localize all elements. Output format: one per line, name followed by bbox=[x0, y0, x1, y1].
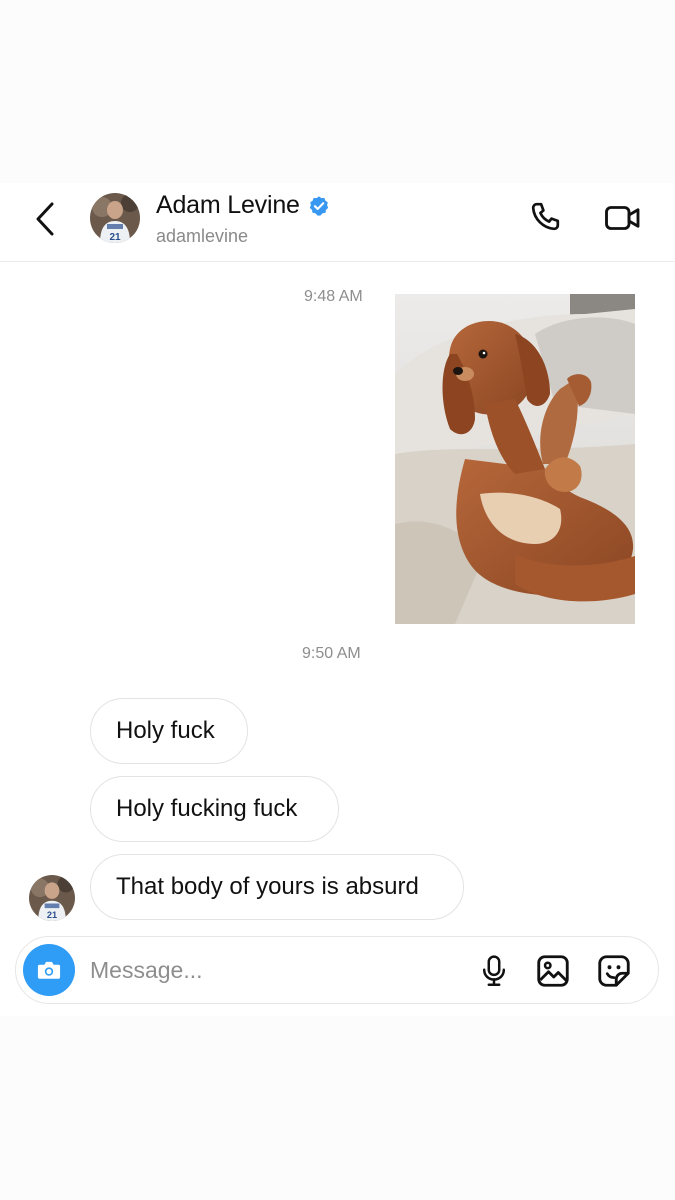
shared-photo[interactable] bbox=[395, 294, 635, 624]
message-text: Holy fucking fuck bbox=[116, 795, 298, 822]
sticker-button[interactable] bbox=[594, 951, 634, 991]
contact-name-row[interactable]: Adam Levine bbox=[156, 191, 330, 220]
voice-message-button[interactable] bbox=[474, 951, 514, 991]
message-text: Holy fuck bbox=[116, 717, 215, 744]
message-text: That body of yours is absurd bbox=[116, 873, 419, 900]
camera-button[interactable] bbox=[23, 944, 75, 996]
call-button[interactable] bbox=[526, 197, 568, 239]
message-composer bbox=[15, 936, 659, 1004]
message-timestamp: 9:50 AM bbox=[302, 645, 361, 662]
dm-thread-screen: 21 Adam Levine adamlevine 9:48 AM 9:50 A… bbox=[0, 183, 675, 1016]
message-timestamp: 9:48 AM bbox=[304, 288, 363, 305]
svg-text:21: 21 bbox=[109, 232, 121, 243]
chevron-left-icon bbox=[36, 202, 54, 236]
sender-avatar[interactable]: 21 bbox=[29, 875, 75, 921]
svg-text:21: 21 bbox=[47, 910, 57, 920]
video-call-button[interactable] bbox=[602, 197, 644, 239]
video-camera-icon bbox=[605, 206, 640, 230]
sticker-icon bbox=[598, 955, 630, 987]
verified-badge-icon bbox=[309, 195, 328, 216]
image-icon bbox=[537, 955, 569, 987]
dog-photo-image bbox=[395, 294, 635, 624]
camera-icon bbox=[37, 961, 61, 979]
microphone-icon bbox=[482, 955, 506, 986]
message-bubble[interactable]: That body of yours is absurd bbox=[90, 854, 464, 920]
message-bubble[interactable]: Holy fuck bbox=[90, 698, 248, 764]
thread-header: 21 Adam Levine adamlevine bbox=[0, 183, 675, 262]
message-bubble[interactable]: Holy fucking fuck bbox=[90, 776, 339, 842]
avatar-image: 21 bbox=[29, 875, 75, 921]
message-input[interactable] bbox=[90, 951, 460, 989]
avatar-image: 21 bbox=[90, 193, 140, 243]
contact-name: Adam Levine bbox=[156, 191, 300, 219]
gallery-button[interactable] bbox=[533, 951, 573, 991]
back-button[interactable] bbox=[28, 199, 62, 239]
avatar[interactable]: 21 bbox=[90, 193, 140, 243]
phone-icon bbox=[531, 202, 560, 231]
contact-username: adamlevine bbox=[156, 226, 249, 246]
